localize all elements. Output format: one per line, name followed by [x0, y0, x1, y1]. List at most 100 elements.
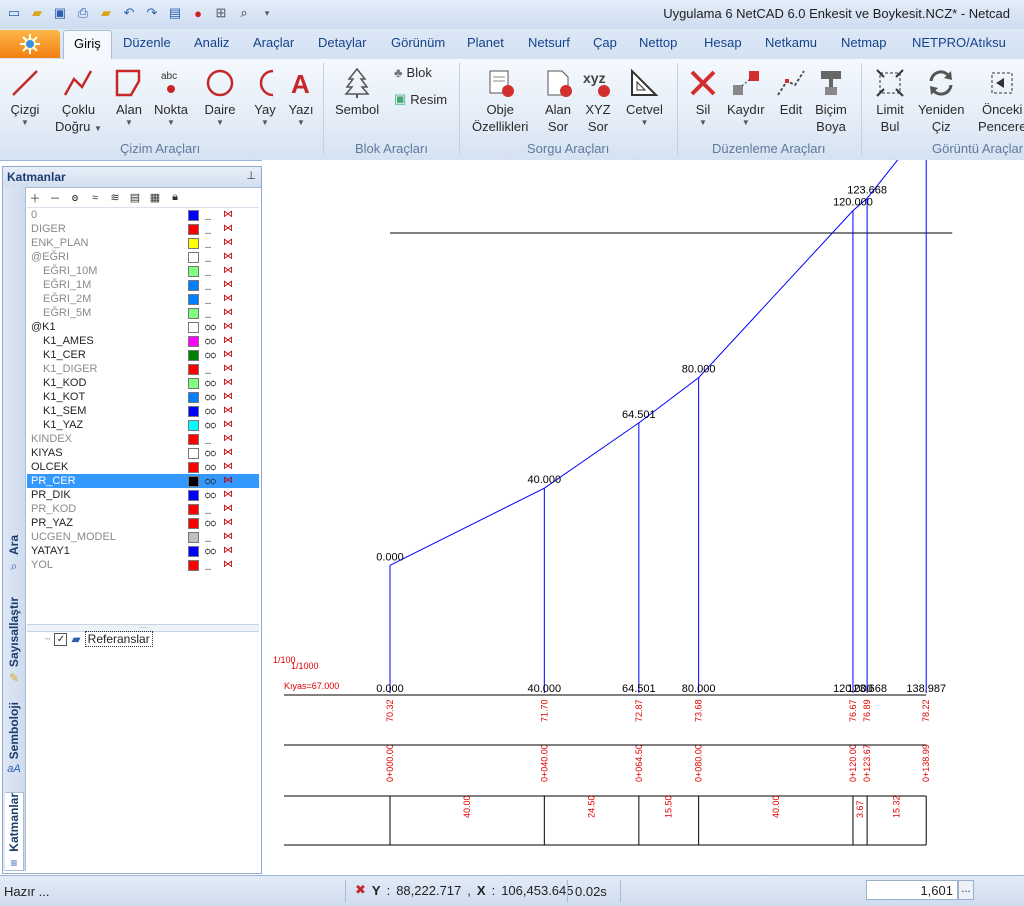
lock-status-icon[interactable]: ⋈ [223, 502, 233, 516]
layer-color-swatch[interactable] [188, 560, 199, 571]
application-menu-button[interactable] [0, 30, 60, 58]
visibility-icon[interactable]: ꞈꞈ [205, 530, 211, 544]
lock-status-icon[interactable]: ⋈ [223, 418, 233, 432]
layer-color-swatch[interactable] [188, 462, 199, 473]
layer-color-swatch[interactable] [188, 238, 199, 249]
sembol-button[interactable]: Sembol [335, 65, 379, 118]
yeniden-ciz-button[interactable]: Yeniden Çiz [918, 65, 965, 135]
lock-status-icon[interactable]: ⋈ [223, 390, 233, 404]
lock-status-icon[interactable]: ⋈ [223, 264, 233, 278]
sidetab-semboloji[interactable]: aA Semboloji [5, 702, 23, 775]
layer-row[interactable]: @EĞRI ꞈꞈ ⋈ [27, 250, 259, 264]
layer-row[interactable]: K1_KOD ѻѻ ⋈ [27, 376, 259, 390]
visibility-icon[interactable]: ѻѻ [205, 488, 216, 502]
layer-color-swatch[interactable] [188, 210, 199, 221]
tab-netkamu[interactable]: Netkamu [765, 35, 817, 50]
layer-row[interactable]: ENK_PLAN ꞈꞈ ⋈ [27, 236, 259, 250]
lock-status-icon[interactable]: ⋈ [223, 516, 233, 530]
lock-status-icon[interactable]: ⋈ [223, 292, 233, 306]
layer-row[interactable]: PR_KOD ꞈꞈ ⋈ [27, 502, 259, 516]
layer-color-swatch[interactable] [188, 420, 199, 431]
layer-row[interactable]: K1_YAZ ѻѻ ⋈ [27, 418, 259, 432]
layer-row[interactable]: KINDEX ꞈꞈ ⋈ [27, 432, 259, 446]
tab-detaylar[interactable]: Detaylar [318, 35, 366, 50]
lock-status-icon[interactable]: ⋈ [223, 474, 233, 488]
visibility-icon[interactable]: ꞈꞈ [205, 558, 211, 572]
layer-color-swatch[interactable] [188, 392, 199, 403]
layer-color-swatch[interactable] [188, 308, 199, 319]
visibility-icon[interactable]: ѻѻ [205, 320, 216, 334]
daire-button[interactable]: Daire ▼ [203, 65, 237, 128]
tab-cap[interactable]: Çap [593, 35, 617, 50]
layer-row[interactable]: K1_SEM ѻѻ ⋈ [27, 404, 259, 418]
references-checkbox[interactable]: ✓ [54, 632, 68, 646]
pin-icon[interactable]: ⊥ [246, 169, 256, 182]
tab-hesap[interactable]: Hesap [704, 35, 742, 50]
layer-row[interactable]: PR_CER ѻѻ ⋈ [27, 474, 259, 488]
print-icon[interactable]: ⎙ [73, 4, 93, 22]
layer-color-swatch[interactable] [188, 406, 199, 417]
visibility-icon[interactable]: ꞈꞈ [205, 306, 211, 320]
customize-icon[interactable]: ▾ [257, 4, 277, 22]
grid-icon[interactable]: ⊞ [211, 4, 231, 22]
visibility-icon[interactable]: ѻѻ [205, 348, 216, 362]
sidetab-sayisallastir[interactable]: ✎ Sayısallaştır [5, 597, 23, 685]
lock-status-icon[interactable]: ⋈ [223, 348, 233, 362]
lock-status-icon[interactable]: ⋈ [223, 404, 233, 418]
layer-row[interactable]: DIGER ꞈꞈ ⋈ [27, 222, 259, 236]
scale-input[interactable]: 1,601 [866, 880, 958, 900]
properties-icon[interactable]: ▤ [127, 191, 143, 204]
add-layer-icon[interactable]: ＋ [27, 190, 43, 206]
visibility-icon[interactable]: ꞈꞈ [205, 292, 211, 306]
lock-status-icon[interactable]: ⋈ [223, 544, 233, 558]
tab-netsurf[interactable]: Netsurf [528, 35, 570, 50]
cizgi-button[interactable]: Çizgi ▼ [8, 65, 42, 128]
kaydir-button[interactable]: Kaydır ▼ [727, 65, 765, 128]
visibility-icon[interactable]: ꞈꞈ [205, 264, 211, 278]
lock-status-icon[interactable]: ⋈ [223, 278, 233, 292]
layer-row[interactable]: YOL ꞈꞈ ⋈ [27, 558, 259, 572]
zoom-icon[interactable]: ⌕ [234, 4, 254, 22]
lock-status-icon[interactable]: ⋈ [223, 460, 233, 474]
tab-gorunum[interactable]: Görünüm [391, 35, 445, 50]
lock-status-icon[interactable]: ⋈ [223, 236, 233, 250]
save-icon[interactable]: ▣ [50, 4, 70, 22]
visibility-icon[interactable]: ꞈꞈ [205, 362, 211, 376]
lock-status-icon[interactable]: ⋈ [223, 334, 233, 348]
sidetab-ara[interactable]: ⌕ Ara [5, 535, 23, 574]
layer-row[interactable]: K1_AMES ѻѻ ⋈ [27, 334, 259, 348]
coklu-dogru-button[interactable]: Çoklu Doğru ▼ [55, 65, 102, 135]
show-all-icon[interactable]: ꙩ [67, 191, 83, 204]
lock-status-icon[interactable]: ⋈ [223, 488, 233, 502]
layer-row[interactable]: YATAY1 ѻѻ ⋈ [27, 544, 259, 558]
visibility-icon[interactable]: ѻѻ [205, 404, 216, 418]
info-icon[interactable]: ● [188, 4, 208, 22]
layer-color-swatch[interactable] [188, 546, 199, 557]
edit-button[interactable]: Edit [774, 65, 808, 118]
alan-sor-button[interactable]: Alan Sor [541, 65, 575, 135]
blok-button[interactable]: ♣ Blok [394, 65, 432, 80]
lock-status-icon[interactable]: ⋈ [223, 222, 233, 236]
layer-color-swatch[interactable] [188, 532, 199, 543]
visibility-icon[interactable]: ꞈꞈ [205, 236, 211, 250]
tab-analiz[interactable]: Analiz [194, 35, 229, 50]
visibility-icon[interactable]: ѻѻ [205, 334, 216, 348]
layer-filter-icon[interactable]: ▦ [147, 191, 163, 204]
scale-options-button[interactable]: ... [958, 880, 974, 900]
undo-icon[interactable]: ↶ [119, 4, 139, 22]
sil-button[interactable]: Sil ▼ [686, 65, 720, 128]
visibility-icon[interactable]: ꞈꞈ [205, 250, 211, 264]
redo-icon[interactable]: ↷ [142, 4, 162, 22]
layer-row[interactable]: K1_KOT ѻѻ ⋈ [27, 390, 259, 404]
tab-duzenle[interactable]: Düzenle [123, 35, 171, 50]
references-item[interactable]: ┄ ✓ ▰ Referanslar [45, 631, 257, 647]
visibility-icon[interactable]: ѻѻ [205, 516, 216, 530]
tab-planet[interactable]: Planet [467, 35, 504, 50]
lock-status-icon[interactable]: ⋈ [223, 208, 233, 222]
alan-button[interactable]: Alan ▼ [112, 65, 146, 128]
remove-layer-icon[interactable]: － [47, 190, 63, 206]
layer-color-swatch[interactable] [188, 294, 199, 305]
lock-status-icon[interactable]: ⋈ [223, 306, 233, 320]
tab-nettop[interactable]: Nettop [639, 35, 677, 50]
layer-row[interactable]: PR_DIK ѻѻ ⋈ [27, 488, 259, 502]
